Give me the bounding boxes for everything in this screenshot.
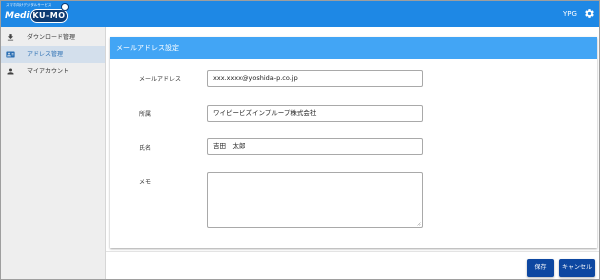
card-title: メールアドレス設定 (116, 44, 179, 52)
sidebar-item-address[interactable]: アドレス管理 (1, 46, 105, 63)
top-bar: スマホ向けデジタルサービス Media KU-MO YPG (1, 1, 599, 27)
email-settings-card: メールアドレス設定 メールアドレス xxx.xxxx@yoshida-p.co.… (110, 37, 597, 248)
memo-textarea[interactable] (207, 172, 423, 228)
name-label: 氏名 (139, 145, 152, 152)
sidebar-item-label: マイアカウント (27, 68, 70, 75)
logo-kumo-badge: KU-MO (30, 9, 68, 23)
app-logo[interactable]: スマホ向けデジタルサービス Media KU-MO (5, 3, 75, 25)
email-field[interactable]: xxx.xxxx@yoshida-p.co.jp (207, 70, 423, 87)
save-button[interactable]: 保存 (527, 259, 554, 277)
memo-label: メモ (139, 179, 152, 186)
affiliation-field[interactable]: ワイピービズインプループ株式会社 (207, 105, 423, 122)
logo-tagline: スマホ向けデジタルサービス (6, 3, 52, 7)
name-field[interactable]: 吉田 太郎 (207, 138, 423, 155)
gear-icon[interactable] (584, 8, 595, 19)
sidebar: ダウンロード管理 アドレス管理 マイアカウント (1, 27, 106, 279)
resize-handle-icon[interactable] (416, 221, 421, 226)
email-label: メールアドレス (139, 76, 182, 83)
download-icon (7, 34, 14, 41)
footer-divider (106, 251, 599, 252)
person-icon (7, 68, 14, 75)
address-card-icon (6, 51, 15, 58)
card-header: メールアドレス設定 (110, 37, 597, 59)
sidebar-item-label: アドレス管理 (27, 51, 64, 58)
app-window: スマホ向けデジタルサービス Media KU-MO YPG ダウンロード管理 ア… (0, 0, 600, 280)
cancel-button[interactable]: キャンセル (559, 259, 595, 277)
sidebar-item-download[interactable]: ダウンロード管理 (1, 29, 105, 46)
affiliation-label: 所属 (139, 111, 152, 118)
user-name[interactable]: YPG (563, 9, 577, 19)
logo-cloud-icon (61, 3, 69, 11)
sidebar-item-my-account[interactable]: マイアカウント (1, 63, 105, 80)
sidebar-item-label: ダウンロード管理 (27, 34, 76, 41)
